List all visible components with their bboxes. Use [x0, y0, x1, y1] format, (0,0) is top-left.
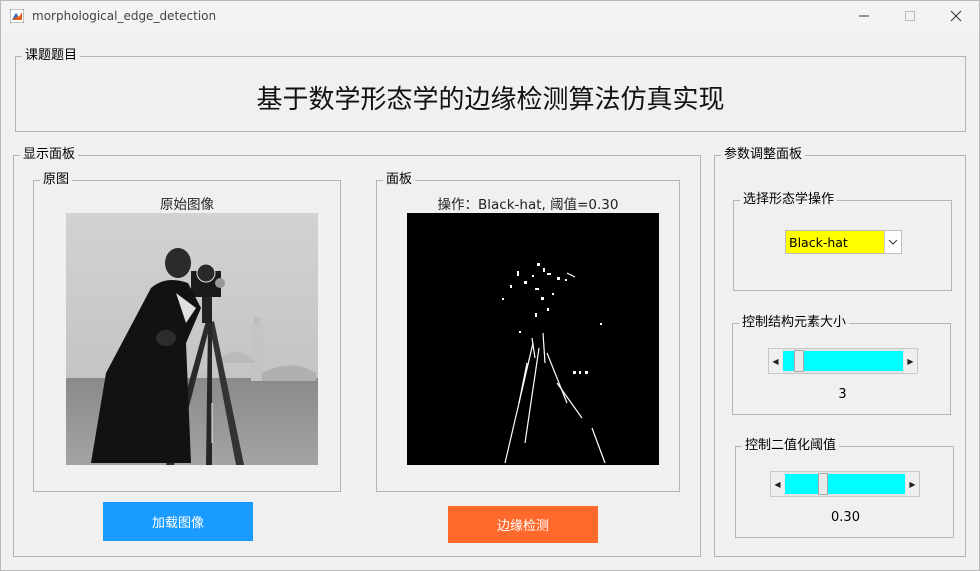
- se-size-panel: 控制结构元素大小 ◀ ▶ 3: [732, 315, 951, 415]
- title-bar: morphological_edge_detection: [1, 1, 979, 32]
- original-image: [66, 213, 318, 465]
- matlab-icon: [10, 9, 24, 23]
- operation-dropdown[interactable]: Black-hat: [785, 230, 902, 254]
- parameter-panel: 参数调整面板 选择形态学操作 Black-hat 控制结构元素大小 ◀ ▶ 3 …: [714, 147, 966, 557]
- se-size-thumb[interactable]: [794, 350, 804, 372]
- page-title: 基于数学形态学的边缘检测算法仿真实现: [256, 85, 725, 115]
- load-image-button[interactable]: 加载图像: [103, 502, 253, 541]
- close-button[interactable]: [933, 5, 979, 27]
- operation-panel: 选择形态学操作 Black-hat: [733, 192, 952, 291]
- original-panel-legend: 原图: [40, 172, 73, 188]
- topic-panel-legend: 课题题目: [22, 48, 81, 64]
- se-size-value: 3: [838, 387, 847, 402]
- result-image: [407, 213, 659, 465]
- result-image-panel: 面板 操作：Black-hat, 阈值=0.30: [376, 172, 680, 492]
- parameter-panel-legend: 参数调整面板: [721, 147, 806, 163]
- slider-left-arrow[interactable]: ◀: [769, 349, 782, 373]
- dropdown-toggle[interactable]: [884, 231, 901, 253]
- original-image-panel: 原图 原始图像: [33, 172, 341, 492]
- threshold-value: 0.30: [831, 510, 860, 525]
- operation-selected-value: Black-hat: [789, 235, 848, 250]
- maximize-button[interactable]: [887, 5, 933, 27]
- window-title: morphological_edge_detection: [32, 9, 217, 23]
- threshold-thumb[interactable]: [818, 473, 828, 495]
- se-size-panel-legend: 控制结构元素大小: [739, 315, 850, 331]
- original-image-caption: 原始图像: [160, 197, 214, 213]
- app-window: morphological_edge_detection 课题题目 基于数学形态…: [0, 0, 980, 571]
- minimize-icon: [859, 15, 869, 17]
- close-icon: [950, 10, 962, 22]
- result-panel-legend: 面板: [383, 172, 416, 188]
- operation-panel-legend: 选择形态学操作: [740, 192, 838, 208]
- maximize-icon: [905, 11, 915, 21]
- threshold-panel: 控制二值化阈值 ◀ ▶ 0.30: [735, 438, 954, 538]
- display-panel-legend: 显示面板: [20, 147, 79, 163]
- se-size-slider[interactable]: ◀ ▶: [768, 348, 918, 374]
- threshold-track: [785, 474, 905, 494]
- slider-right-arrow[interactable]: ▶: [904, 349, 917, 373]
- topic-panel: 课题题目 基于数学形态学的边缘检测算法仿真实现: [15, 48, 966, 132]
- edge-detect-button[interactable]: 边缘检测: [448, 506, 598, 543]
- result-image-caption: 操作：Black-hat, 阈值=0.30: [437, 197, 619, 213]
- threshold-slider[interactable]: ◀ ▶: [770, 471, 920, 497]
- display-panel: 显示面板 原图 原始图像 面板 操作：Black-hat, 阈值=0.30 加载…: [13, 147, 701, 557]
- threshold-panel-legend: 控制二值化阈值: [742, 438, 840, 454]
- chevron-down-icon: [888, 239, 898, 245]
- slider-right-arrow[interactable]: ▶: [906, 472, 919, 496]
- minimize-button[interactable]: [841, 5, 887, 27]
- slider-left-arrow[interactable]: ◀: [771, 472, 784, 496]
